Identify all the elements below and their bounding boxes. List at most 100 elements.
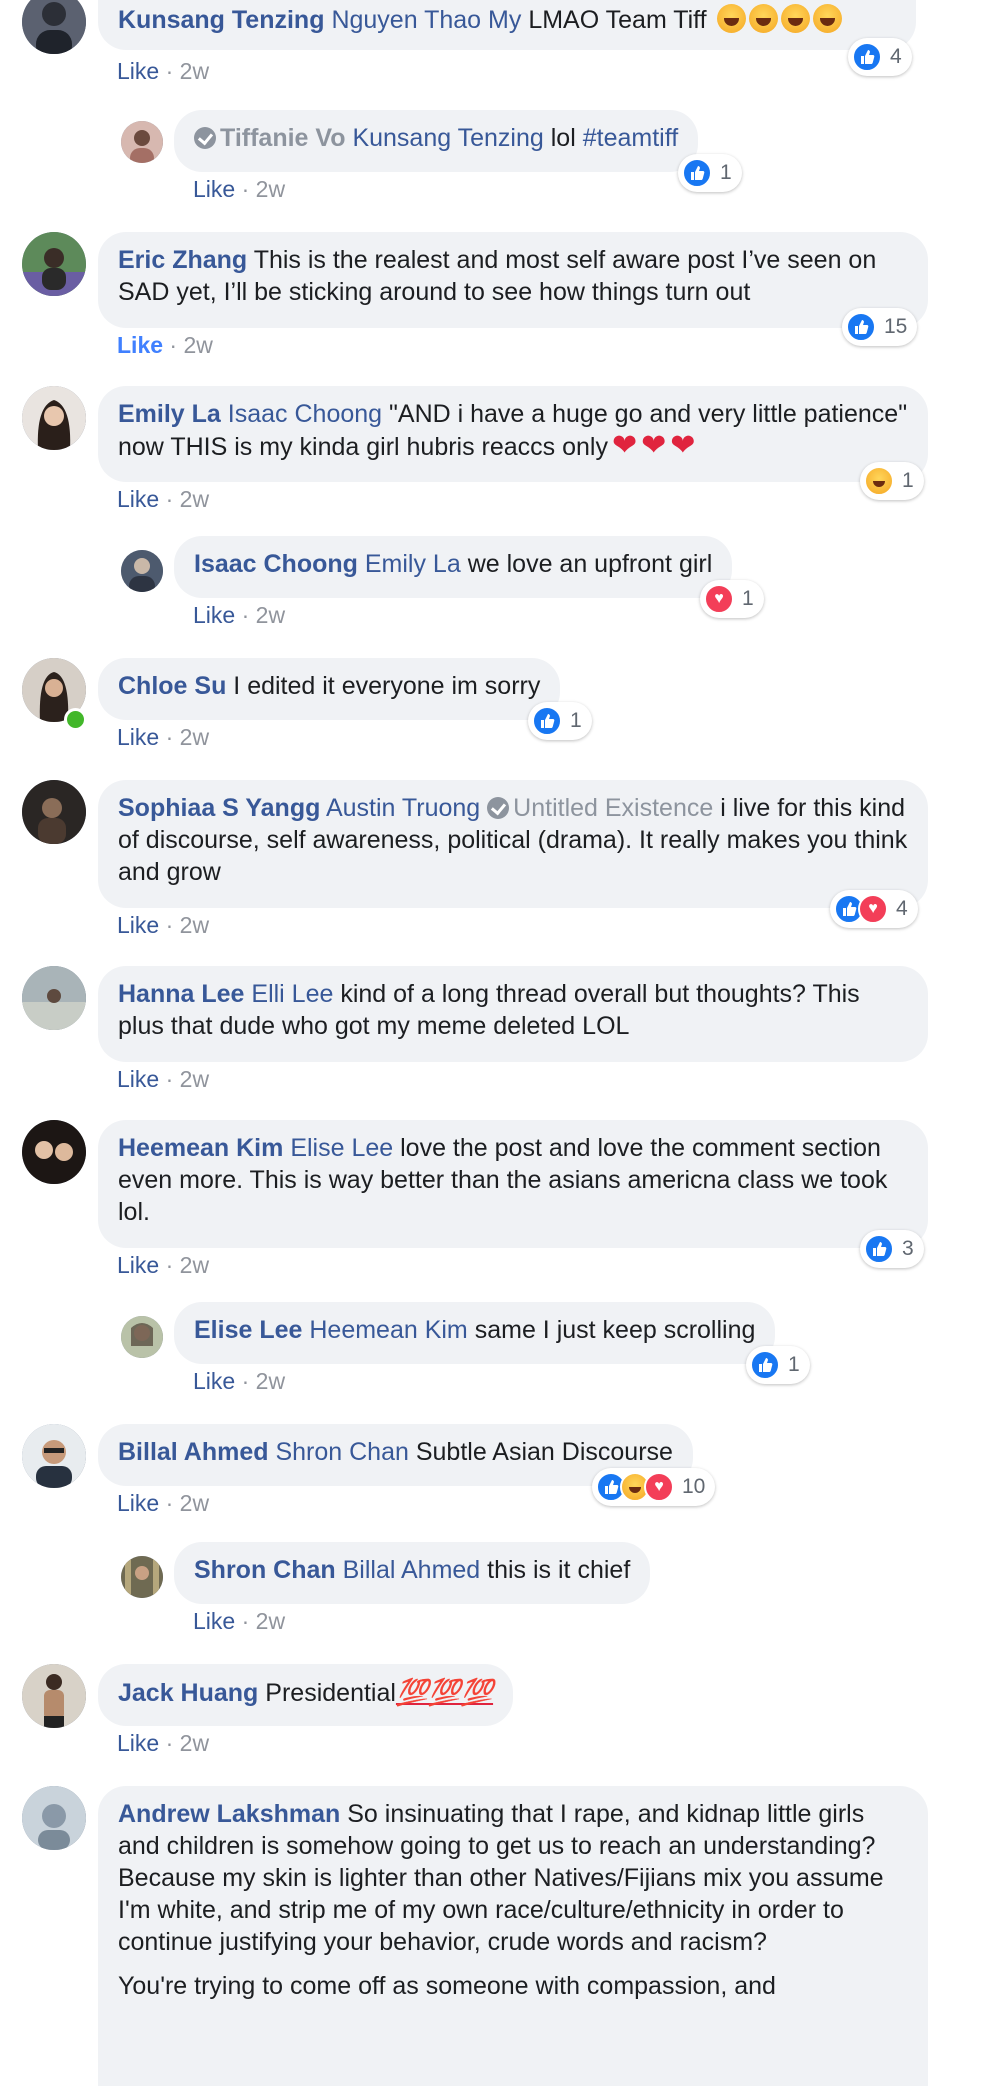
avatar[interactable] [121,1556,163,1598]
separator: · [165,1490,174,1516]
comment-author[interactable]: Andrew Lakshman [118,1800,340,1828]
like-button[interactable]: Like [193,176,235,202]
avatar[interactable] [22,780,86,844]
avatar[interactable] [22,1664,86,1728]
comment-author[interactable]: Billal Ahmed [118,1438,269,1466]
reaction-summary[interactable]: 3 [860,1230,924,1268]
reaction-summary[interactable]: 4 [830,890,918,928]
reply-mention[interactable]: Billal Ahmed [343,1556,481,1584]
separator: · [165,1066,174,1092]
comment-author[interactable]: Emily La [118,400,221,428]
page-mention[interactable]: Untitled Existence [513,794,713,822]
separator: · [165,486,174,512]
reply-bubble: Shron Chan Billal Ahmed this is it chief [174,1542,651,1604]
like-button[interactable]: Like [117,1730,159,1756]
avatar[interactable] [22,386,86,450]
comment-mention[interactable]: Austin Truong [326,794,480,822]
comment-author[interactable]: Kunsang Tenzing [118,6,324,34]
reply-timestamp[interactable]: 2w [256,1608,285,1634]
comment-bubble: Andrew Lakshman So insinuating that I ra… [98,1786,928,2086]
reaction-summary[interactable]: 1 [700,580,764,618]
comment-bubble: Kunsang Tenzing Nguyen Thao My LMAO Team… [98,0,916,50]
reaction-summary[interactable]: 1 [746,1346,810,1384]
comment-mention[interactable]: Elli Lee [251,980,333,1008]
comment-mention[interactable]: Shron Chan [275,1438,408,1466]
avatar[interactable] [121,1316,163,1358]
avatar[interactable] [121,121,163,163]
comment-mention[interactable]: Isaac Choong [228,400,382,428]
reply-author[interactable]: Tiffanie Vo [220,124,345,152]
avatar[interactable] [22,966,86,1030]
comment-author[interactable]: Hanna Lee [118,980,244,1008]
separator: · [165,912,174,938]
comment-author[interactable]: Sophiaa S Yangg [118,794,320,822]
reaction-summary[interactable]: 10 [592,1468,716,1506]
avatar[interactable] [121,550,163,592]
like-button[interactable]: Like [117,724,159,750]
comment-mention[interactable]: Elise Lee [290,1134,393,1162]
comment-timestamp[interactable]: 2w [180,1730,209,1756]
avatar[interactable] [22,0,86,54]
like-button[interactable]: Like [117,58,159,84]
separator: · [169,332,178,358]
comment-timestamp[interactable]: 2w [180,1490,209,1516]
comment-text: Presidential [265,1679,396,1707]
reply-author[interactable]: Shron Chan [194,1556,336,1584]
laughing-emoji-icon [812,4,842,33]
like-button[interactable]: Like [193,1608,235,1634]
comment-author[interactable]: Jack Huang [118,1679,258,1707]
reply-text: lol [550,124,576,152]
reply-mention[interactable]: Heemean Kim [309,1316,467,1344]
comment-actions: Like · 2w [117,724,209,751]
like-button[interactable]: Like [117,1490,159,1516]
reply-bubble: Elise Lee Heemean Kim same I just keep s… [174,1302,776,1364]
reply-bubble: Isaac Choong Emily La we love an upfront… [174,536,733,598]
hashtag-link[interactable]: #teamtiff [583,124,678,152]
reply-actions: Like · 2w [193,176,285,203]
avatar[interactable] [22,1120,86,1184]
comment-timestamp[interactable]: 2w [180,724,209,750]
comment-text: I edited it everyone im sorry [233,672,541,700]
comment-actions: Like · 2w [117,486,209,513]
heart-emoji-icon: ❤ [670,429,696,462]
like-reaction-icon [750,1350,780,1380]
comment-timestamp[interactable]: 2w [180,912,209,938]
comment-timestamp[interactable]: 2w [183,332,212,358]
reply-author[interactable]: Isaac Choong [194,550,358,578]
reply-mention[interactable]: Emily La [365,550,461,578]
like-button[interactable]: Like [117,1252,159,1278]
like-button[interactable]: Like [117,486,159,512]
reply-author[interactable]: Elise Lee [194,1316,302,1344]
comment-timestamp[interactable]: 2w [180,58,209,84]
comment-text-continued: You're trying to come off as someone wit… [118,1972,776,2000]
comment-bubble: Heemean Kim Elise Lee love the post and … [98,1120,928,1248]
comment-mention[interactable]: Nguyen Thao My [331,6,521,34]
avatar[interactable] [22,232,86,296]
reaction-summary[interactable]: 1 [678,154,742,192]
haha-reaction-icon [864,466,894,496]
comment-author[interactable]: Heemean Kim [118,1134,283,1162]
reply-timestamp[interactable]: 2w [256,1368,285,1394]
comment-timestamp[interactable]: 2w [180,1252,209,1278]
reply-timestamp[interactable]: 2w [256,176,285,202]
separator: · [241,1608,250,1634]
comment-timestamp[interactable]: 2w [180,486,209,512]
reaction-summary[interactable]: 15 [842,308,918,346]
like-button[interactable]: Like [193,1368,235,1394]
like-button[interactable]: Like [117,1066,159,1092]
reaction-summary[interactable]: 1 [860,462,924,500]
comment-timestamp[interactable]: 2w [180,1066,209,1092]
avatar[interactable] [22,1786,86,1850]
reply-mention[interactable]: Kunsang Tenzing [352,124,543,152]
like-button[interactable]: Like [193,602,235,628]
comment-author[interactable]: Eric Zhang [118,246,247,274]
reaction-summary[interactable]: 4 [848,38,912,76]
like-button[interactable]: Like [117,912,159,938]
like-reaction-icon [852,42,882,72]
reaction-summary[interactable]: 1 [528,702,592,740]
comment-actions: Like · 2w [117,1730,209,1757]
comment-author[interactable]: Chloe Su [118,672,226,700]
like-button[interactable]: Like [117,332,163,358]
avatar[interactable] [22,1424,86,1488]
reply-timestamp[interactable]: 2w [256,602,285,628]
